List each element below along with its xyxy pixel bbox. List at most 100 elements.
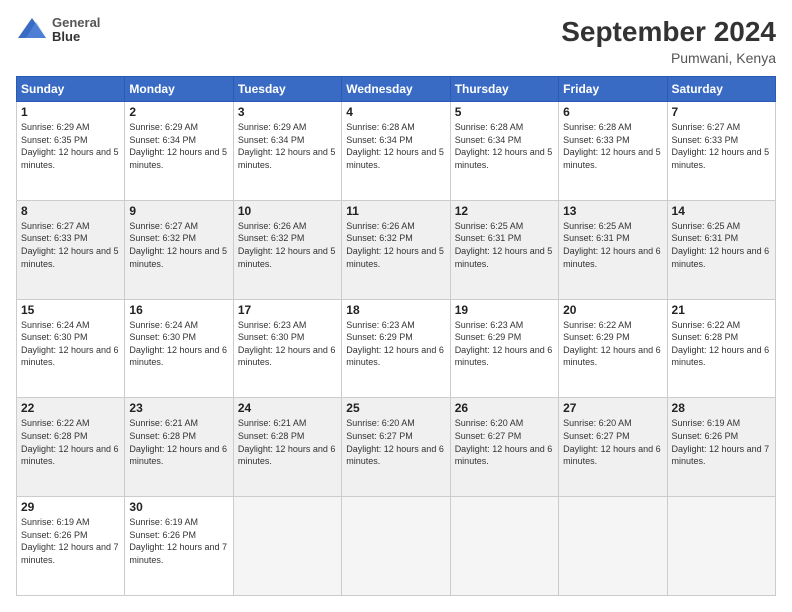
day-number: 28 <box>672 401 771 415</box>
calendar-cell-3-6: 28 Sunrise: 6:19 AM Sunset: 6:26 PM Dayl… <box>667 398 775 497</box>
logo-icon <box>16 16 48 44</box>
day-info: Sunrise: 6:25 AM Sunset: 6:31 PM Dayligh… <box>455 220 554 270</box>
daylight-label: Daylight: 12 hours and 5 minutes. <box>21 147 119 170</box>
col-monday: Monday <box>125 77 233 102</box>
calendar-cell-2-0: 15 Sunrise: 6:24 AM Sunset: 6:30 PM Dayl… <box>17 299 125 398</box>
calendar-cell-4-4 <box>450 497 558 596</box>
sunset-label: Sunset: 6:33 PM <box>563 135 630 145</box>
day-number: 8 <box>21 204 120 218</box>
daylight-label: Daylight: 12 hours and 5 minutes. <box>238 147 336 170</box>
calendar-cell-4-2 <box>233 497 341 596</box>
day-info: Sunrise: 6:28 AM Sunset: 6:33 PM Dayligh… <box>563 121 662 171</box>
daylight-label: Daylight: 12 hours and 6 minutes. <box>238 444 336 467</box>
day-number: 23 <box>129 401 228 415</box>
calendar-week-2: 15 Sunrise: 6:24 AM Sunset: 6:30 PM Dayl… <box>17 299 776 398</box>
calendar-week-4: 29 Sunrise: 6:19 AM Sunset: 6:26 PM Dayl… <box>17 497 776 596</box>
day-info: Sunrise: 6:27 AM Sunset: 6:33 PM Dayligh… <box>672 121 771 171</box>
sunset-label: Sunset: 6:28 PM <box>672 332 739 342</box>
day-number: 29 <box>21 500 120 514</box>
sunset-label: Sunset: 6:29 PM <box>455 332 522 342</box>
title-area: September 2024 Pumwani, Kenya <box>561 16 776 66</box>
daylight-label: Daylight: 12 hours and 5 minutes. <box>455 147 553 170</box>
col-thursday: Thursday <box>450 77 558 102</box>
calendar-cell-3-1: 23 Sunrise: 6:21 AM Sunset: 6:28 PM Dayl… <box>125 398 233 497</box>
calendar-cell-4-0: 29 Sunrise: 6:19 AM Sunset: 6:26 PM Dayl… <box>17 497 125 596</box>
day-number: 13 <box>563 204 662 218</box>
sunrise-label: Sunrise: 6:29 AM <box>129 122 198 132</box>
daylight-label: Daylight: 12 hours and 6 minutes. <box>563 246 661 269</box>
sunset-label: Sunset: 6:31 PM <box>455 233 522 243</box>
col-friday: Friday <box>559 77 667 102</box>
sunset-label: Sunset: 6:34 PM <box>346 135 413 145</box>
day-info: Sunrise: 6:24 AM Sunset: 6:30 PM Dayligh… <box>129 319 228 369</box>
day-info: Sunrise: 6:28 AM Sunset: 6:34 PM Dayligh… <box>346 121 445 171</box>
month-title: September 2024 <box>561 16 776 48</box>
calendar-cell-1-1: 9 Sunrise: 6:27 AM Sunset: 6:32 PM Dayli… <box>125 200 233 299</box>
calendar-cell-2-5: 20 Sunrise: 6:22 AM Sunset: 6:29 PM Dayl… <box>559 299 667 398</box>
sunrise-label: Sunrise: 6:20 AM <box>346 418 415 428</box>
sunset-label: Sunset: 6:29 PM <box>346 332 413 342</box>
sunset-label: Sunset: 6:30 PM <box>129 332 196 342</box>
daylight-label: Daylight: 12 hours and 7 minutes. <box>129 542 227 565</box>
day-info: Sunrise: 6:29 AM Sunset: 6:34 PM Dayligh… <box>238 121 337 171</box>
sunrise-label: Sunrise: 6:25 AM <box>563 221 632 231</box>
day-number: 26 <box>455 401 554 415</box>
daylight-label: Daylight: 12 hours and 5 minutes. <box>672 147 770 170</box>
sunrise-label: Sunrise: 6:26 AM <box>238 221 307 231</box>
sunrise-label: Sunrise: 6:22 AM <box>563 320 632 330</box>
daylight-label: Daylight: 12 hours and 6 minutes. <box>346 345 444 368</box>
daylight-label: Daylight: 12 hours and 6 minutes. <box>672 246 770 269</box>
day-info: Sunrise: 6:19 AM Sunset: 6:26 PM Dayligh… <box>672 417 771 467</box>
calendar-cell-1-5: 13 Sunrise: 6:25 AM Sunset: 6:31 PM Dayl… <box>559 200 667 299</box>
daylight-label: Daylight: 12 hours and 6 minutes. <box>21 345 119 368</box>
daylight-label: Daylight: 12 hours and 5 minutes. <box>238 246 336 269</box>
sunrise-label: Sunrise: 6:22 AM <box>672 320 741 330</box>
col-saturday: Saturday <box>667 77 775 102</box>
calendar-cell-2-6: 21 Sunrise: 6:22 AM Sunset: 6:28 PM Dayl… <box>667 299 775 398</box>
sunrise-label: Sunrise: 6:29 AM <box>238 122 307 132</box>
day-info: Sunrise: 6:26 AM Sunset: 6:32 PM Dayligh… <box>238 220 337 270</box>
sunset-label: Sunset: 6:33 PM <box>21 233 88 243</box>
day-number: 7 <box>672 105 771 119</box>
calendar-cell-2-4: 19 Sunrise: 6:23 AM Sunset: 6:29 PM Dayl… <box>450 299 558 398</box>
sunset-label: Sunset: 6:28 PM <box>129 431 196 441</box>
sunset-label: Sunset: 6:28 PM <box>21 431 88 441</box>
day-number: 24 <box>238 401 337 415</box>
daylight-label: Daylight: 12 hours and 6 minutes. <box>455 345 553 368</box>
sunset-label: Sunset: 6:27 PM <box>455 431 522 441</box>
calendar-cell-1-3: 11 Sunrise: 6:26 AM Sunset: 6:32 PM Dayl… <box>342 200 450 299</box>
sunset-label: Sunset: 6:27 PM <box>563 431 630 441</box>
header: General Blue September 2024 Pumwani, Ken… <box>16 16 776 66</box>
sunset-label: Sunset: 6:34 PM <box>455 135 522 145</box>
calendar-cell-2-3: 18 Sunrise: 6:23 AM Sunset: 6:29 PM Dayl… <box>342 299 450 398</box>
day-number: 15 <box>21 303 120 317</box>
day-info: Sunrise: 6:22 AM Sunset: 6:29 PM Dayligh… <box>563 319 662 369</box>
day-info: Sunrise: 6:20 AM Sunset: 6:27 PM Dayligh… <box>346 417 445 467</box>
sunrise-label: Sunrise: 6:27 AM <box>21 221 90 231</box>
sunset-label: Sunset: 6:26 PM <box>672 431 739 441</box>
calendar-table: Sunday Monday Tuesday Wednesday Thursday… <box>16 76 776 596</box>
sunset-label: Sunset: 6:35 PM <box>21 135 88 145</box>
daylight-label: Daylight: 12 hours and 6 minutes. <box>346 444 444 467</box>
day-info: Sunrise: 6:22 AM Sunset: 6:28 PM Dayligh… <box>672 319 771 369</box>
calendar-week-1: 8 Sunrise: 6:27 AM Sunset: 6:33 PM Dayli… <box>17 200 776 299</box>
sunrise-label: Sunrise: 6:21 AM <box>129 418 198 428</box>
logo-text: General Blue <box>52 16 100 45</box>
sunset-label: Sunset: 6:26 PM <box>129 530 196 540</box>
sunrise-label: Sunrise: 6:23 AM <box>238 320 307 330</box>
sunrise-label: Sunrise: 6:28 AM <box>346 122 415 132</box>
calendar-cell-3-0: 22 Sunrise: 6:22 AM Sunset: 6:28 PM Dayl… <box>17 398 125 497</box>
daylight-label: Daylight: 12 hours and 5 minutes. <box>346 246 444 269</box>
daylight-label: Daylight: 12 hours and 5 minutes. <box>346 147 444 170</box>
day-info: Sunrise: 6:25 AM Sunset: 6:31 PM Dayligh… <box>563 220 662 270</box>
day-info: Sunrise: 6:19 AM Sunset: 6:26 PM Dayligh… <box>129 516 228 566</box>
calendar-cell-2-1: 16 Sunrise: 6:24 AM Sunset: 6:30 PM Dayl… <box>125 299 233 398</box>
daylight-label: Daylight: 12 hours and 6 minutes. <box>672 345 770 368</box>
day-number: 20 <box>563 303 662 317</box>
sunrise-label: Sunrise: 6:24 AM <box>129 320 198 330</box>
day-info: Sunrise: 6:23 AM Sunset: 6:30 PM Dayligh… <box>238 319 337 369</box>
day-info: Sunrise: 6:27 AM Sunset: 6:33 PM Dayligh… <box>21 220 120 270</box>
sunrise-label: Sunrise: 6:21 AM <box>238 418 307 428</box>
calendar-week-3: 22 Sunrise: 6:22 AM Sunset: 6:28 PM Dayl… <box>17 398 776 497</box>
daylight-label: Daylight: 12 hours and 5 minutes. <box>129 147 227 170</box>
